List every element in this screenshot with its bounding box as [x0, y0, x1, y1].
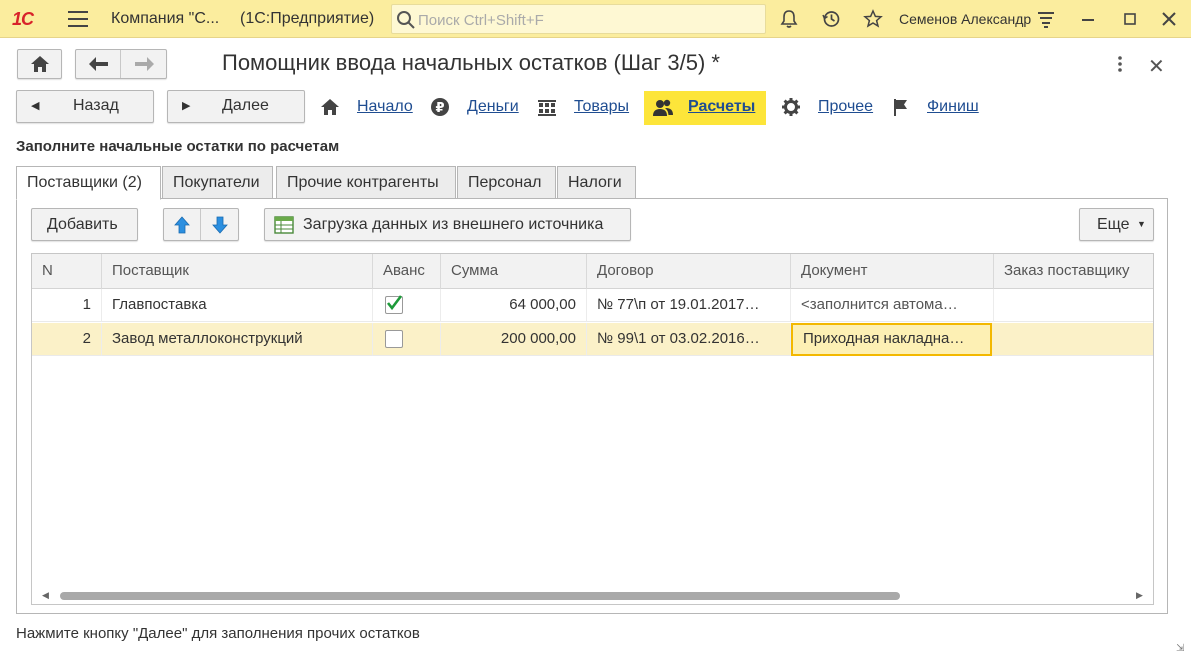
user-name[interactable]: Семенов Александр [899, 11, 1031, 27]
add-button[interactable]: Добавить [31, 208, 138, 241]
app-topbar: 1С Компания "С... (1С:Предприятие) Семен… [0, 0, 1191, 38]
step-settlements-active[interactable]: Расчеты [644, 91, 766, 125]
cell-document[interactable]: <заполнится автома… [791, 289, 994, 322]
tab-other-counterparties[interactable]: Прочие контрагенты [276, 166, 456, 199]
table-row[interactable]: 1 Главпоставка 64 000,00 № 77\п от 19.01… [32, 289, 1153, 322]
more-button[interactable]: Еще ▼ [1079, 208, 1154, 241]
step-finish-link[interactable]: Финиш [927, 98, 979, 116]
cell-order[interactable] [994, 289, 1153, 322]
home-icon [321, 99, 339, 115]
minimize-icon[interactable] [1078, 9, 1098, 29]
move-buttons [163, 208, 239, 241]
table-row[interactable]: 2 Завод металлоконструкций 200 000,00 № … [32, 323, 1153, 356]
col-header-order[interactable]: Заказ поставщику [994, 254, 1153, 289]
col-header-sum[interactable]: Сумма [441, 254, 587, 289]
resize-grip-icon[interactable]: ⇲ [1176, 643, 1184, 654]
col-header-n[interactable]: N [32, 254, 102, 289]
back-button[interactable]: ◀ Назад [16, 90, 154, 123]
step-goods-link[interactable]: Товары [574, 98, 629, 116]
move-down-button[interactable] [202, 209, 239, 240]
more-button-label: Еще [1097, 216, 1130, 233]
history-nav [75, 49, 167, 79]
triangle-right-icon: ▶ [182, 100, 191, 112]
suppliers-table[interactable]: N Поставщик Аванс Сумма Договор Документ… [31, 253, 1154, 605]
next-button-label: Далее [222, 97, 269, 114]
page-title: Помощник ввода начальных остатков (Шаг 3… [222, 50, 720, 75]
step-other-link[interactable]: Прочее [818, 98, 873, 116]
step-settlements-label: Расчеты [688, 98, 756, 115]
scrollbar-thumb[interactable] [60, 592, 900, 600]
scroll-right-icon[interactable]: ▶ [1136, 590, 1143, 601]
arrow-up-icon [174, 216, 190, 234]
tab-taxes[interactable]: Налоги [557, 166, 636, 199]
hint-text: Нажмите кнопку "Далее" для заполнения пр… [16, 625, 420, 642]
section-title: Заполните начальные остатки по расчетам [16, 138, 340, 155]
warehouse-icon [538, 100, 556, 116]
settings-menu-icon[interactable] [1036, 9, 1056, 29]
cell-n: 2 [32, 323, 102, 356]
history-icon[interactable] [821, 9, 841, 29]
tab-suppliers[interactable]: Поставщики (2) [16, 166, 161, 200]
tab-personnel[interactable]: Персонал [457, 166, 556, 199]
col-header-document[interactable]: Документ [791, 254, 994, 289]
step-start-link[interactable]: Начало [357, 98, 413, 116]
cell-contract[interactable]: № 77\п от 19.01.2017… [587, 289, 791, 322]
step-money-link[interactable]: Деньги [467, 98, 519, 116]
back-button-label: Назад [73, 97, 119, 114]
cell-supplier[interactable]: Завод металлоконструкций [102, 323, 373, 356]
cell-advance[interactable] [373, 323, 441, 356]
more-vertical-icon[interactable] [1110, 54, 1130, 74]
home-icon [31, 56, 49, 72]
horizontal-scrollbar[interactable]: ◀ ▶ [32, 588, 1153, 604]
company-name[interactable]: Компания "С... [111, 10, 219, 28]
ruble-icon: ₽ [431, 98, 449, 116]
arrow-down-icon [212, 216, 228, 234]
triangle-left-icon: ◀ [31, 100, 40, 112]
advance-checkbox[interactable] [385, 330, 403, 348]
people-icon [653, 99, 673, 116]
svg-text:₽: ₽ [435, 101, 444, 116]
table-header: N Поставщик Аванс Сумма Договор Документ… [32, 254, 1153, 289]
cell-advance[interactable] [373, 289, 441, 322]
arrow-right-icon [135, 57, 154, 71]
dropdown-arrow-icon: ▼ [1137, 219, 1146, 229]
search-input[interactable] [418, 10, 758, 30]
star-icon[interactable] [863, 9, 883, 29]
cell-contract[interactable]: № 99\1 от 03.02.2016… [587, 323, 791, 356]
forward-arrow-button[interactable] [122, 50, 167, 78]
next-button[interactable]: ▶ Далее [167, 90, 305, 123]
col-header-advance[interactable]: Аванс [373, 254, 441, 289]
arrow-left-icon [89, 57, 108, 71]
move-up-button[interactable] [164, 209, 201, 240]
cell-supplier[interactable]: Главпоставка [102, 289, 373, 322]
table-import-icon [274, 216, 294, 234]
cell-n: 1 [32, 289, 102, 322]
gear-icon [782, 98, 800, 116]
load-external-button[interactable]: Загрузка данных из внешнего источника [264, 208, 631, 241]
advance-checkbox[interactable] [385, 295, 403, 314]
checkmark-icon [386, 295, 403, 311]
close-window-icon[interactable] [1159, 9, 1179, 29]
cell-sum[interactable]: 200 000,00 [441, 323, 587, 356]
cell-sum[interactable]: 64 000,00 [441, 289, 587, 322]
maximize-icon[interactable] [1120, 9, 1140, 29]
flag-icon [894, 99, 907, 116]
search-box[interactable] [391, 4, 766, 34]
main-menu-icon[interactable] [68, 11, 88, 27]
close-form-icon[interactable]: ✕ [1148, 54, 1165, 79]
cell-order[interactable] [994, 323, 1153, 356]
home-button[interactable] [17, 49, 62, 79]
col-header-supplier[interactable]: Поставщик [102, 254, 373, 289]
bell-icon[interactable] [779, 9, 799, 29]
cell-document-focused[interactable]: Приходная накладна… [791, 323, 992, 356]
scroll-left-icon[interactable]: ◀ [42, 590, 49, 601]
tab-customers[interactable]: Покупатели [162, 166, 273, 199]
add-button-label: Добавить [47, 216, 118, 233]
back-arrow-button[interactable] [76, 50, 121, 78]
app-name: (1С:Предприятие) [240, 10, 375, 27]
load-external-label: Загрузка данных из внешнего источника [303, 216, 604, 233]
search-icon [397, 11, 415, 29]
col-header-contract[interactable]: Договор [587, 254, 791, 289]
logo-1c[interactable]: 1С [12, 9, 34, 30]
